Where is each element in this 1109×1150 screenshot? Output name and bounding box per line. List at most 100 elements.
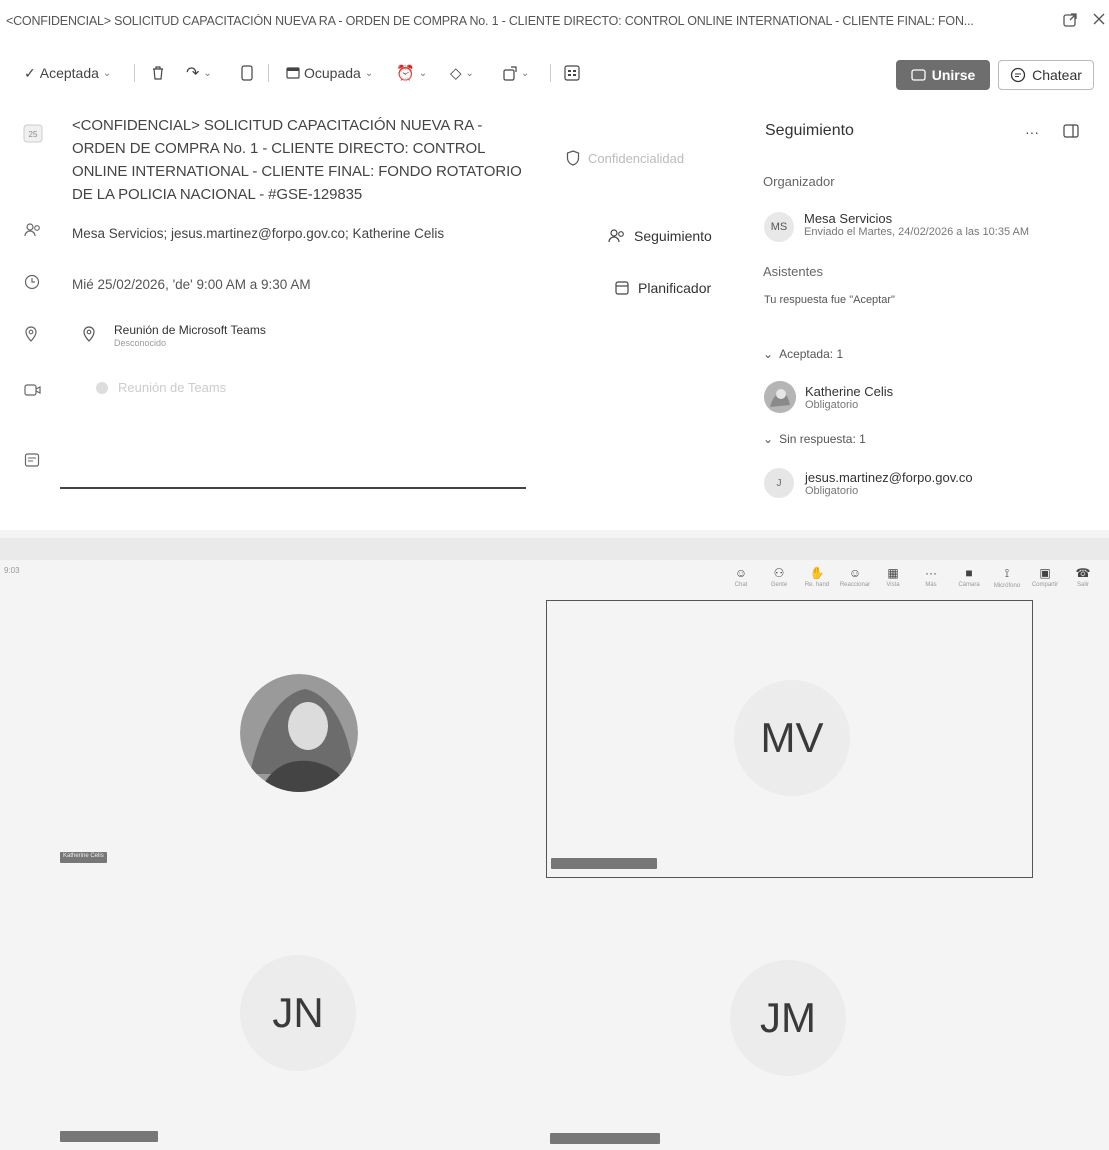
chat-button[interactable]: Chatear — [998, 60, 1094, 90]
tracking-button-label: Seguimiento — [634, 228, 712, 244]
body-editor-underline[interactable] — [60, 487, 526, 489]
more-control[interactable]: ··· Más — [914, 566, 948, 588]
attendees-list[interactable]: Mesa Servicios; jesus.martinez@forpo.gov… — [72, 226, 444, 241]
tile-label — [551, 858, 657, 869]
react-control[interactable]: ☺ Reaccionar — [838, 566, 872, 588]
meeting-datetime: Mié 25/02/2026, 'de' 9:00 AM a 9:30 AM — [72, 277, 311, 292]
teams-icon — [96, 381, 108, 394]
people-control[interactable]: ⚇ Gente — [762, 566, 796, 588]
organizer-label: Organizador — [763, 174, 835, 189]
join-button[interactable]: Unirse — [896, 60, 990, 90]
tag-dropdown[interactable]: ◇ ⌄ — [450, 61, 474, 85]
accepted-group-label: Aceptada: 1 — [779, 347, 844, 361]
divider — [134, 64, 135, 82]
noresponse-group[interactable]: ⌄ Sin respuesta: 1 — [763, 432, 866, 446]
meeting-subject: <CONFIDENCIAL> SOLICITUD CAPACITACIÓN NU… — [72, 117, 522, 203]
chevron-down-icon: ⌄ — [418, 67, 428, 79]
planner-icon — [615, 281, 629, 295]
react-icon: ☺ — [848, 566, 862, 580]
tracking-title: Seguimiento — [765, 122, 854, 139]
teams-meeting-label: Reunión de Teams — [118, 380, 227, 395]
phone-icon — [241, 65, 253, 81]
location-card[interactable]: Reunión de Microsoft Teams Desconocido — [114, 323, 314, 348]
mic-control[interactable]: ⟟ Micrófono — [990, 566, 1024, 589]
status-icon — [286, 67, 300, 79]
accepted-role: Obligatorio — [805, 399, 859, 411]
delete-button[interactable] — [150, 61, 166, 85]
tile-avatar: MV — [734, 680, 850, 796]
people-icon: ⚇ — [773, 566, 785, 580]
panel-toggle-icon[interactable] — [1063, 124, 1079, 143]
accepted-name: Katherine Celis — [805, 384, 894, 399]
tile-label: Katherine Celis — [60, 852, 107, 863]
reminder-dropdown[interactable]: ⏰ ⌄ — [396, 61, 427, 85]
device-button[interactable] — [240, 61, 254, 85]
chat-control[interactable]: ☺ Chat — [724, 566, 758, 588]
chevron-down-icon: ⌄ — [364, 67, 374, 79]
call-timer: 9:03 — [4, 566, 20, 575]
forward-button[interactable]: ↷ ⌄ — [186, 61, 212, 85]
tile-avatar: JM — [730, 960, 846, 1076]
chevron-down-icon: ⌄ — [465, 67, 474, 79]
raise-hand-control[interactable]: ✋ Re. hand — [800, 566, 834, 588]
mic-icon: ⟟ — [1004, 566, 1010, 580]
share-control[interactable]: ▣ Compartir — [1028, 566, 1062, 588]
notes-icon — [24, 452, 40, 472]
more-icon[interactable]: ··· — [1025, 124, 1039, 140]
chevron-down-icon: ⌄ — [521, 67, 530, 79]
video-icon — [24, 383, 42, 401]
katherine-video-avatar — [240, 674, 358, 792]
control-label: Chat — [734, 582, 748, 588]
grid-view-button[interactable] — [564, 61, 580, 85]
alarm-icon: ⏰ — [396, 65, 415, 82]
clock-icon — [24, 274, 40, 294]
camera-icon: ■ — [965, 566, 973, 580]
teams-meeting-link[interactable]: Reunión de Teams — [96, 380, 226, 395]
location-status: Desconocido — [114, 338, 167, 348]
planner-button[interactable]: Planificador — [614, 280, 711, 296]
view-control[interactable]: ▦ Vista — [876, 566, 910, 588]
share-icon: ▣ — [1039, 566, 1051, 580]
close-icon[interactable] — [1092, 12, 1106, 31]
video-icon — [911, 69, 926, 81]
tracking-button[interactable]: Seguimiento — [608, 228, 712, 244]
control-label: Salir — [1076, 582, 1089, 588]
raise-hand-icon: ✋ — [809, 566, 825, 580]
busy-dropdown[interactable]: Ocupada ⌄ — [286, 61, 373, 85]
chevron-down-icon: ⌄ — [763, 432, 774, 446]
leave-control[interactable]: ☎ Salir — [1066, 566, 1100, 588]
chat-icon: ☺ — [734, 566, 748, 580]
confidentiality-label[interactable]: Confidencialidad — [566, 150, 684, 166]
planner-button-label: Planificador — [638, 280, 712, 296]
popout-icon[interactable] — [1062, 12, 1078, 33]
noresponse-role: Obligatorio — [805, 485, 859, 497]
camera-control[interactable]: ■ Cámara — [952, 566, 986, 588]
apps-icon — [503, 65, 517, 81]
tile-avatar: JN — [240, 955, 356, 1071]
apps-dropdown[interactable]: ⌄ — [502, 61, 529, 85]
confidentiality-text: Confidencialidad — [588, 150, 685, 166]
join-label: Unirse — [931, 67, 976, 83]
accepted-dropdown[interactable]: ✓ Aceptada ⌄ — [24, 61, 111, 85]
grid-icon — [564, 65, 580, 81]
call-header-strip — [0, 538, 1109, 560]
chevron-down-icon: ⌄ — [102, 67, 112, 79]
more-icon: ··· — [925, 566, 937, 580]
katherine-avatar — [764, 381, 796, 413]
organizer-info: Mesa Servicios Enviado el Martes, 24/02/… — [804, 211, 1029, 238]
chat-icon — [1010, 67, 1026, 83]
accepted-group[interactable]: ⌄ Aceptada: 1 — [763, 347, 843, 361]
window-title: <CONFIDENCIAL> SOLICITUD CAPACITACIÓN NU… — [6, 14, 974, 28]
noresponse-name: jesus.martinez@forpo.gov.co — [805, 470, 973, 485]
leave-icon: ☎ — [1075, 566, 1091, 580]
location-icon — [24, 326, 38, 346]
control-label: Micrófono — [993, 583, 1021, 589]
response-text: Tu respuesta fue "Aceptar" — [764, 294, 895, 306]
accepted-attendee: Katherine Celis Obligatorio — [805, 384, 893, 411]
control-label: Compartir — [1031, 582, 1059, 588]
forward-icon: ↷ — [186, 65, 200, 82]
organizer-sent: Enviado el Martes, 24/02/2026 a las 10:3… — [804, 226, 1030, 238]
call-controls: ☺ Chat ⚇ Gente ✋ Re. hand ☺ Reaccionar ▦ Vista ···… — [724, 566, 1104, 598]
shield-icon — [566, 150, 580, 166]
noresponse-group-label: Sin respuesta: 1 — [779, 432, 866, 446]
